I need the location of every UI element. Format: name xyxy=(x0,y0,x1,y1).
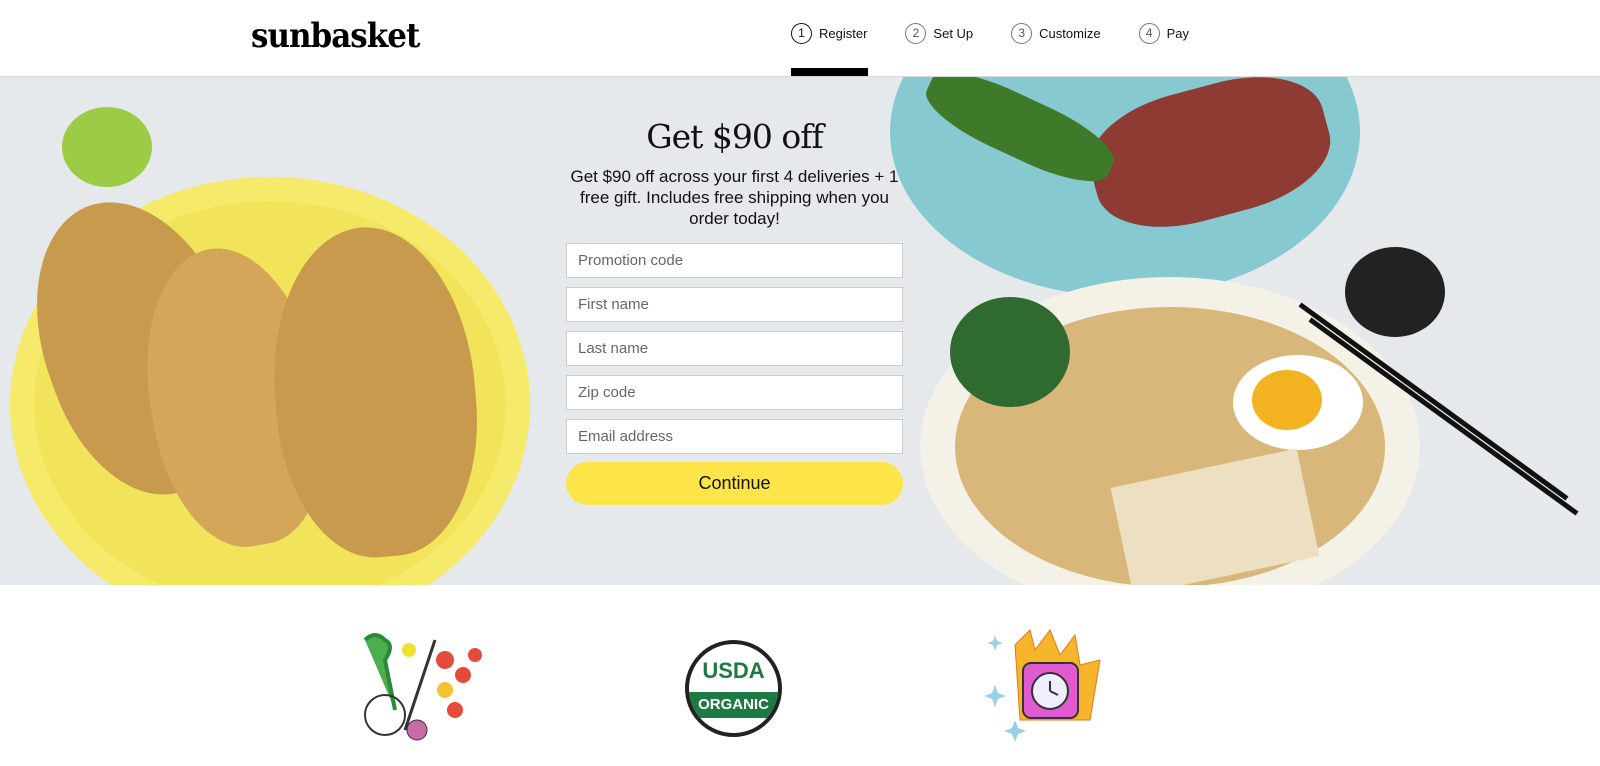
step-label: Register xyxy=(819,25,868,41)
hero-title: Get $90 off xyxy=(646,117,823,156)
step-number: 3 xyxy=(1011,22,1033,44)
signup-form: Get $90 off Get $90 off across your firs… xyxy=(566,117,903,505)
usda-organic-seal-icon: USDA ORGANIC xyxy=(685,640,782,737)
progress-steps: 1 Register 2 Set Up 3 Customize 4 Pay xyxy=(791,22,1227,76)
step-set-up[interactable]: 2 Set Up xyxy=(905,22,973,44)
step-number: 2 xyxy=(905,22,927,44)
vegetables-illustration-icon xyxy=(363,633,482,741)
step-label: Pay xyxy=(1166,25,1189,41)
step-label: Customize xyxy=(1039,25,1101,41)
step-label: Set Up xyxy=(933,25,974,41)
continue-button[interactable]: Continue xyxy=(566,462,903,505)
step-number: 4 xyxy=(1138,22,1160,44)
step-register[interactable]: 1 Register xyxy=(791,22,869,76)
header: sunbasket 1 Register 2 Set Up 3 Customize 4… xyxy=(0,0,1600,77)
promotion-code-input[interactable] xyxy=(566,243,903,278)
step-customize[interactable]: 3 Customize xyxy=(1011,22,1101,44)
zip-code-input[interactable] xyxy=(566,375,903,410)
hero-section: Get $90 off Get $90 off across your firs… xyxy=(0,77,1600,585)
timer-fire-illustration-icon xyxy=(984,628,1101,742)
features-section: USDA ORGANIC xyxy=(0,585,1600,765)
step-number: 1 xyxy=(791,22,812,44)
first-name-input[interactable] xyxy=(566,287,903,322)
logo[interactable]: sunbasket xyxy=(251,16,420,56)
email-input[interactable] xyxy=(566,419,903,454)
last-name-input[interactable] xyxy=(566,331,903,366)
step-pay[interactable]: 4 Pay xyxy=(1138,22,1189,44)
hero-subtitle: Get $90 off across your first 4 deliveri… xyxy=(570,167,899,228)
